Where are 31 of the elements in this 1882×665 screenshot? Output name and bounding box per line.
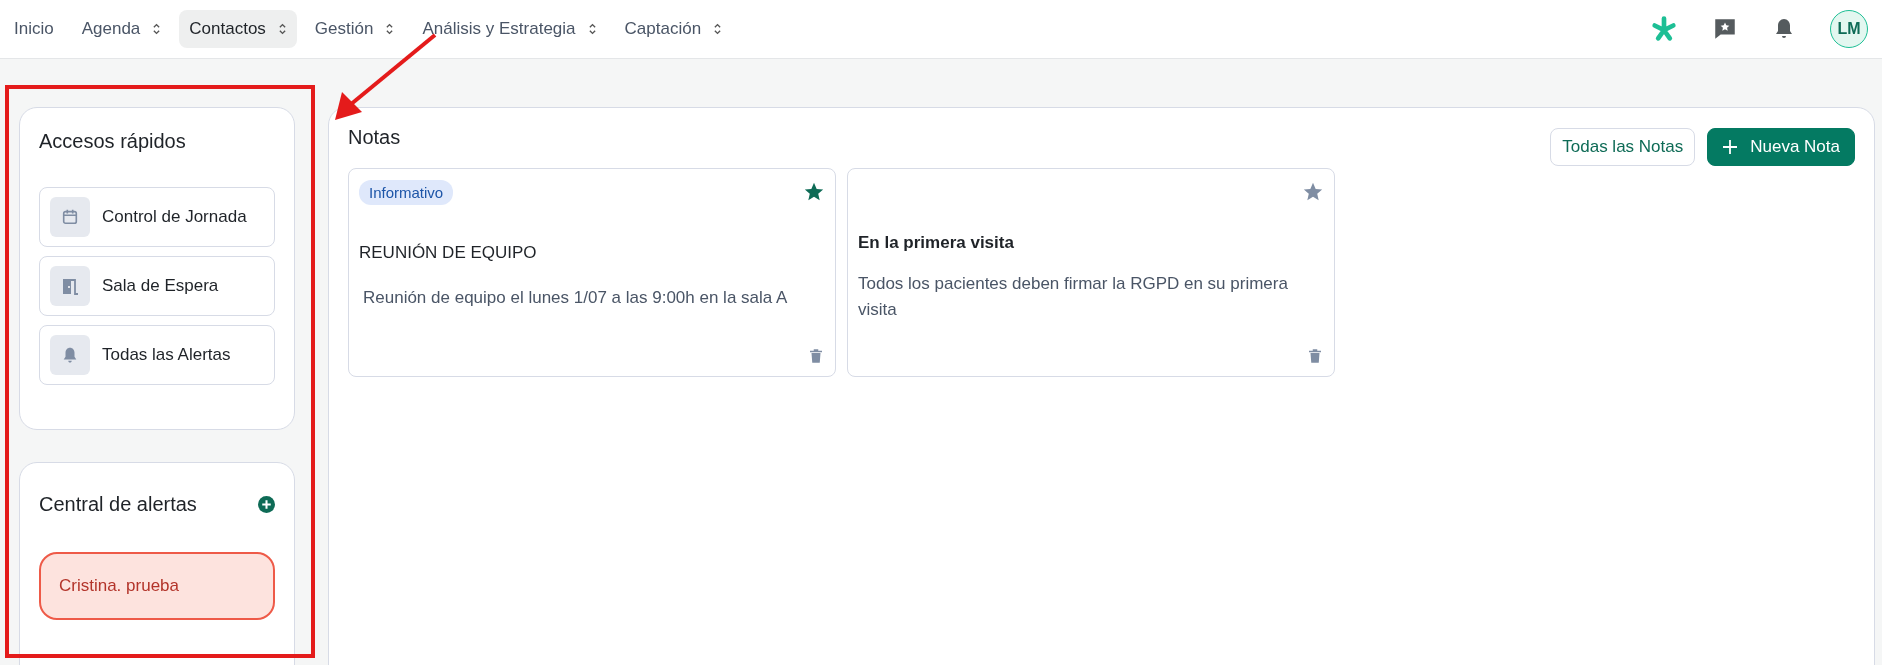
trash-icon[interactable] bbox=[1306, 346, 1324, 366]
nav-tab[interactable]: Agenda bbox=[71, 10, 172, 48]
star-icon[interactable] bbox=[1302, 181, 1324, 203]
trash-icon[interactable] bbox=[807, 346, 825, 366]
plus-icon bbox=[1722, 139, 1739, 155]
quick-access-link[interactable]: Control de Jornada bbox=[39, 187, 275, 247]
nav-tab[interactable]: Captación bbox=[614, 10, 733, 48]
quick-access-link[interactable]: Todas las Alertas bbox=[39, 325, 275, 385]
alert-item[interactable]: Cristina. prueba bbox=[39, 552, 275, 620]
bell-icon bbox=[61, 346, 79, 364]
all-notes-button[interactable]: Todas las Notas bbox=[1550, 128, 1696, 166]
note-title: En la primera visita bbox=[858, 233, 1015, 253]
star-icon[interactable] bbox=[803, 181, 825, 203]
star-message-icon[interactable] bbox=[1712, 16, 1738, 42]
nav-tab[interactable]: Gestión bbox=[304, 10, 405, 48]
nav-tab[interactable]: Análisis y Estrategia bbox=[412, 10, 607, 48]
new-note-button[interactable]: Nueva Nota bbox=[1707, 128, 1855, 166]
card-title: Accesos rápidos bbox=[39, 130, 187, 153]
note-text: Todos los pacientes deben firmar la RGPD en su primera visita bbox=[858, 273, 1289, 321]
user-avatar[interactable]: LM bbox=[1830, 10, 1868, 48]
note-text: Reunión de equipo el lunes 1/07 a las 9:00h en la sala A bbox=[362, 287, 789, 309]
nav-tab[interactable]: Contactos bbox=[179, 10, 297, 48]
quick-access-link[interactable]: Sala de Espera bbox=[39, 256, 275, 316]
note-title: REUNIÓN DE EQUIPO bbox=[359, 243, 538, 263]
card-title: Central de alertas bbox=[39, 493, 197, 516]
add-icon[interactable] bbox=[258, 496, 275, 513]
door-icon bbox=[60, 276, 80, 296]
calendar-icon bbox=[61, 208, 79, 226]
note-tag: Informativo bbox=[359, 179, 454, 205]
nav-tab[interactable]: Inicio bbox=[4, 10, 64, 48]
panel-title: Notas bbox=[348, 126, 401, 149]
